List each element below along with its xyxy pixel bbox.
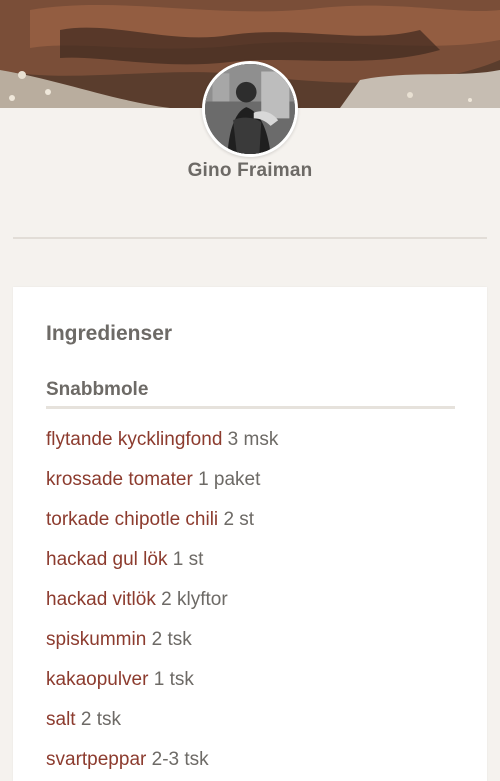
ingredient-group-title: Snabbmole <box>46 379 149 400</box>
ingredient-item: svartpeppar 2-3 tsk <box>46 747 278 781</box>
ingredient-link[interactable]: svartpeppar <box>46 749 146 770</box>
ingredient-quantity: 2 tsk <box>151 629 192 650</box>
author-avatar[interactable] <box>202 61 298 157</box>
ingredient-quantity: 1 paket <box>198 469 261 490</box>
ingredient-item: flytande kycklingfond 3 msk <box>46 427 278 467</box>
ingredient-quantity: 2 tsk <box>80 709 121 730</box>
ingredient-item: hackad gul lök 1 st <box>46 547 278 587</box>
ingredients-card: Ingredienser Snabbmole flytande kyckling… <box>13 287 487 781</box>
ingredient-item: torkade chipotle chili 2 st <box>46 507 278 547</box>
ingredient-item: hackad vitlök 2 klyftor <box>46 587 278 627</box>
ingredient-item: krossade tomater 1 paket <box>46 467 278 507</box>
ingredient-link[interactable]: kakaopulver <box>46 669 148 690</box>
recipe-page: Gino Fraiman Ingredienser Snabbmole flyt… <box>0 0 500 781</box>
ingredient-link[interactable]: torkade chipotle chili <box>46 509 218 530</box>
ingredient-item: salt 2 tsk <box>46 707 278 747</box>
author-name[interactable]: Gino Fraiman <box>0 160 500 182</box>
ingredients-heading: Ingredienser <box>46 322 173 345</box>
ingredient-quantity: 2-3 tsk <box>151 749 209 770</box>
ingredient-quantity: 1 tsk <box>153 669 194 690</box>
ingredient-list: flytande kycklingfond 3 msk krossade tom… <box>46 427 278 781</box>
ingredient-link[interactable]: salt <box>46 709 76 730</box>
ingredient-quantity: 2 st <box>223 509 255 530</box>
ingredient-quantity: 3 msk <box>227 429 279 450</box>
ingredient-quantity: 1 st <box>172 549 204 570</box>
ingredient-link[interactable]: krossade tomater <box>46 469 193 490</box>
section-divider <box>13 237 487 239</box>
ingredient-item: spiskummin 2 tsk <box>46 627 278 667</box>
ingredient-link[interactable]: hackad vitlök <box>46 589 156 610</box>
ingredient-link[interactable]: hackad gul lök <box>46 549 167 570</box>
group-title-rule <box>46 406 455 409</box>
ingredient-item: kakaopulver 1 tsk <box>46 667 278 707</box>
ingredient-link[interactable]: flytande kycklingfond <box>46 429 222 450</box>
ingredient-link[interactable]: spiskummin <box>46 629 146 650</box>
ingredient-quantity: 2 klyftor <box>161 589 228 610</box>
